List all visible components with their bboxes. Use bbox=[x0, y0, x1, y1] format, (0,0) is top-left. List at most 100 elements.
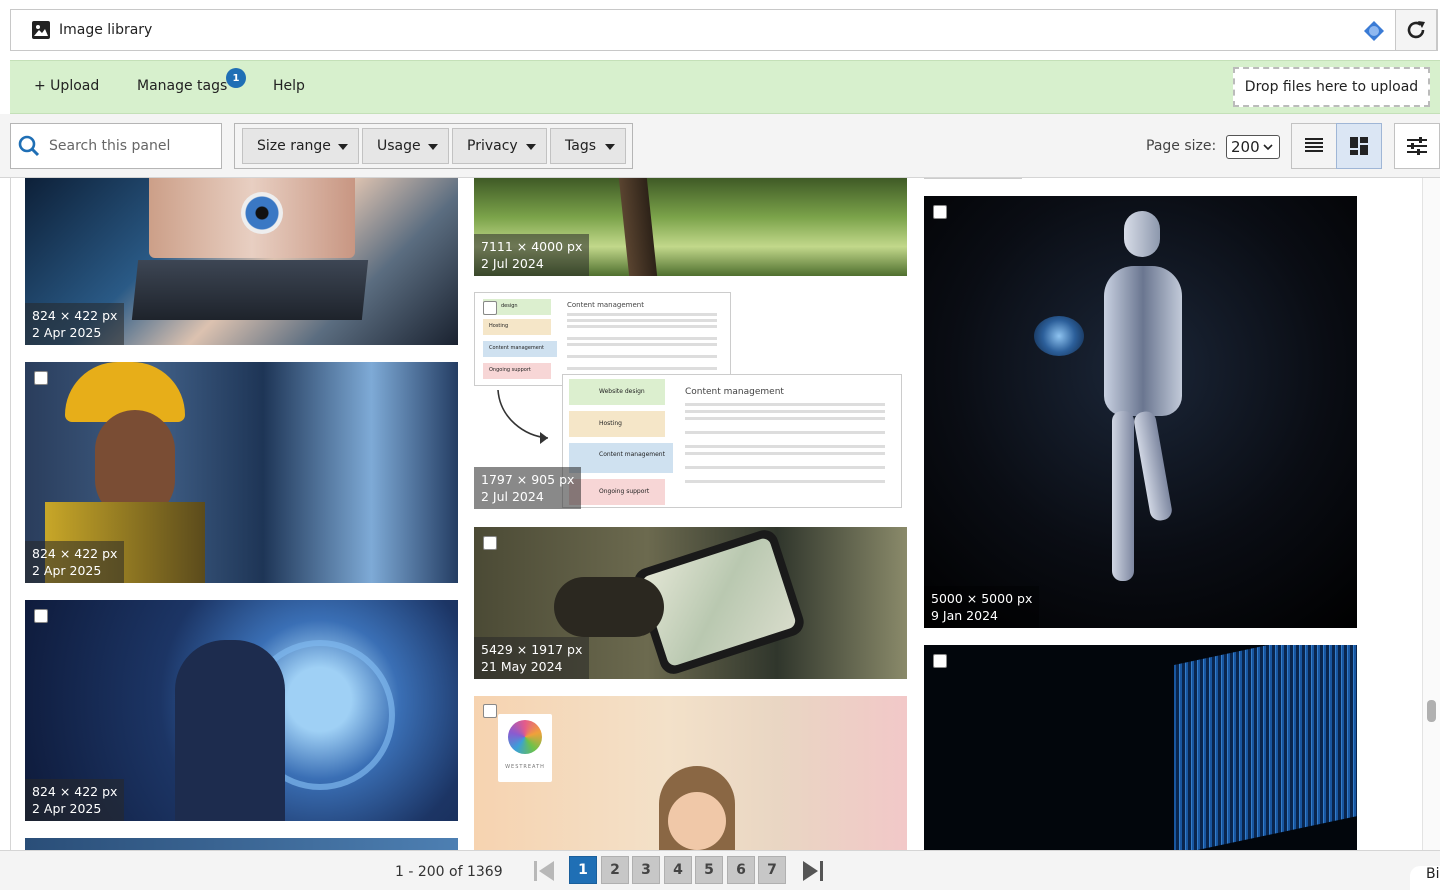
image-date: 2 Jul 2024 bbox=[481, 256, 544, 271]
screenshot-heading: Content management bbox=[685, 387, 784, 397]
image-checkbox[interactable] bbox=[483, 301, 497, 315]
thumbnail-robot-leg bbox=[1112, 411, 1134, 581]
page-button-3[interactable]: 3 bbox=[632, 856, 660, 884]
page-button-4[interactable]: 4 bbox=[664, 856, 692, 884]
screenshot-item: Ongoing support bbox=[483, 363, 551, 379]
page-size-select[interactable]: 200 bbox=[1226, 135, 1280, 159]
image-checkbox[interactable] bbox=[933, 205, 947, 219]
grid-view-button[interactable] bbox=[1336, 123, 1382, 169]
image-date: 2 Apr 2025 bbox=[32, 801, 102, 816]
thumbnail-brain bbox=[1034, 316, 1084, 356]
image-tile[interactable]: 5429 × 1917 px 21 May 2024 bbox=[474, 527, 907, 679]
image-size: 824 × 422 px bbox=[32, 784, 118, 799]
gallery-scrollbar[interactable] bbox=[1422, 178, 1440, 850]
screenshot-item: Hosting bbox=[483, 319, 551, 335]
screenshot-item: Hosting bbox=[569, 411, 665, 437]
image-checkbox[interactable] bbox=[933, 654, 947, 668]
thumbnail-keyboard bbox=[131, 260, 369, 320]
usage-label: Usage bbox=[377, 138, 421, 154]
image-gallery: 824 × 422 px 2 Apr 2025 824 × 422 px 2 Apr… bbox=[10, 178, 1422, 850]
image-checkbox[interactable] bbox=[483, 704, 497, 718]
screenshot-text-lines bbox=[567, 313, 717, 316]
upload-button[interactable]: + Upload bbox=[34, 78, 99, 94]
chevron-down-icon bbox=[428, 144, 438, 150]
image-size: 824 × 422 px bbox=[32, 546, 118, 561]
tags-filter[interactable]: Tags bbox=[550, 128, 626, 164]
page-button-1[interactable]: 1 bbox=[569, 856, 597, 884]
grid-view-icon bbox=[1350, 137, 1368, 155]
image-tile[interactable]: 7111 × 4000 px 2 Jul 2024 bbox=[474, 178, 907, 276]
chevron-down-icon bbox=[1263, 144, 1273, 151]
search-input[interactable]: Search this panel bbox=[10, 123, 222, 169]
thumbnail-robot-head bbox=[1124, 211, 1160, 257]
thumbnail-trunk bbox=[618, 178, 658, 276]
usage-filter[interactable]: Usage bbox=[362, 128, 449, 164]
tags-label: Tags bbox=[565, 138, 596, 154]
list-view-button[interactable] bbox=[1291, 123, 1337, 169]
image-tile[interactable]: 824 × 422 px 2 Apr 2025 bbox=[25, 362, 458, 583]
image-tile[interactable]: 5000 × 5000 px 9 Jan 2024 bbox=[924, 196, 1357, 628]
page-button-5[interactable]: 5 bbox=[695, 856, 723, 884]
refresh-button[interactable] bbox=[1395, 9, 1437, 51]
manage-tags-count-badge: 1 bbox=[226, 68, 246, 88]
screenshot-text-lines bbox=[685, 403, 885, 406]
image-library-icon bbox=[32, 21, 50, 39]
pagination-bar: 1 - 200 of 1369 1 2 3 4 5 6 7 Bi bbox=[0, 850, 1440, 894]
drop-zone[interactable]: Drop files here to upload bbox=[1233, 67, 1430, 107]
refresh-icon bbox=[1407, 21, 1425, 39]
search-placeholder: Search this panel bbox=[49, 138, 171, 154]
image-date: 2 Jul 2024 bbox=[481, 489, 544, 504]
image-date: 2 Apr 2025 bbox=[32, 563, 102, 578]
privacy-label: Privacy bbox=[467, 138, 518, 154]
privacy-filter[interactable]: Privacy bbox=[452, 128, 547, 164]
image-info: 824 × 422 px 2 Apr 2025 bbox=[25, 779, 125, 821]
display-settings-button[interactable] bbox=[1394, 123, 1440, 169]
sliders-icon bbox=[1407, 137, 1427, 155]
image-size: 5000 × 5000 px bbox=[931, 591, 1033, 606]
chevron-down-icon bbox=[526, 144, 536, 150]
image-size: 5429 × 1917 px bbox=[481, 642, 583, 657]
thumbnail-screenshot-large: Website design Hosting Content managemen… bbox=[562, 374, 902, 508]
status-badge-icon[interactable] bbox=[1363, 20, 1385, 42]
screenshot-item: Website design bbox=[569, 379, 665, 405]
action-bar: + Upload Manage tags 1 Help Drop files h… bbox=[10, 60, 1440, 114]
image-tile[interactable] bbox=[924, 645, 1357, 850]
thumbnail-screenshot-small: design Hosting Content management Ongoin… bbox=[474, 292, 731, 386]
image-checkbox[interactable] bbox=[483, 536, 497, 550]
image-size: 1797 × 905 px bbox=[481, 472, 575, 487]
page-button-6[interactable]: 6 bbox=[727, 856, 755, 884]
image-info: 824 × 422 px 2 Apr 2025 bbox=[25, 541, 125, 583]
image-tile[interactable]: WESTREATH bbox=[474, 696, 907, 850]
first-page-icon[interactable] bbox=[533, 859, 555, 883]
image-info: 5000 × 5000 px 9 Jan 2024 bbox=[924, 586, 1040, 628]
screenshot-item: Content management bbox=[483, 341, 557, 357]
image-checkbox[interactable] bbox=[34, 609, 48, 623]
thumbnail-light-wall bbox=[1174, 645, 1357, 850]
manage-tags-button[interactable]: Manage tags bbox=[137, 78, 227, 94]
page-button-7[interactable]: 7 bbox=[758, 856, 786, 884]
screenshot-heading: Content management bbox=[567, 301, 644, 309]
image-tile[interactable]: 824 × 422 px 2 Apr 2025 bbox=[25, 178, 458, 345]
image-info: 1797 × 905 px 2 Jul 2024 bbox=[474, 467, 582, 509]
size-range-filter[interactable]: Size range bbox=[242, 128, 359, 164]
help-button[interactable]: Help bbox=[273, 78, 305, 94]
scrollbar-thumb[interactable] bbox=[1427, 700, 1436, 722]
image-info: 824 × 422 px 2 Apr 2025 bbox=[25, 303, 125, 345]
thumbnail-map bbox=[640, 536, 798, 668]
logo-text: WESTREATH bbox=[505, 764, 545, 770]
image-tile[interactable]: design Hosting Content management Ongoin… bbox=[474, 292, 907, 509]
image-tile[interactable] bbox=[25, 838, 458, 850]
image-tile[interactable]: 824 × 422 px 2 Apr 2025 bbox=[25, 600, 458, 821]
window-title: Image library bbox=[59, 22, 153, 38]
filter-bar: Search this panel Size range Usage Priva… bbox=[0, 114, 1440, 178]
tree-logo-icon bbox=[508, 720, 542, 754]
screenshot-item: Content management bbox=[569, 443, 673, 473]
image-checkbox[interactable] bbox=[34, 371, 48, 385]
thumbnail-robot-body bbox=[1104, 266, 1182, 416]
image-date: 9 Jan 2024 bbox=[931, 608, 998, 623]
page-button-2[interactable]: 2 bbox=[601, 856, 629, 884]
thumbnail-hand bbox=[554, 577, 664, 637]
list-view-icon bbox=[1305, 138, 1323, 152]
arrow-icon bbox=[497, 389, 549, 444]
last-page-icon[interactable] bbox=[802, 859, 824, 883]
